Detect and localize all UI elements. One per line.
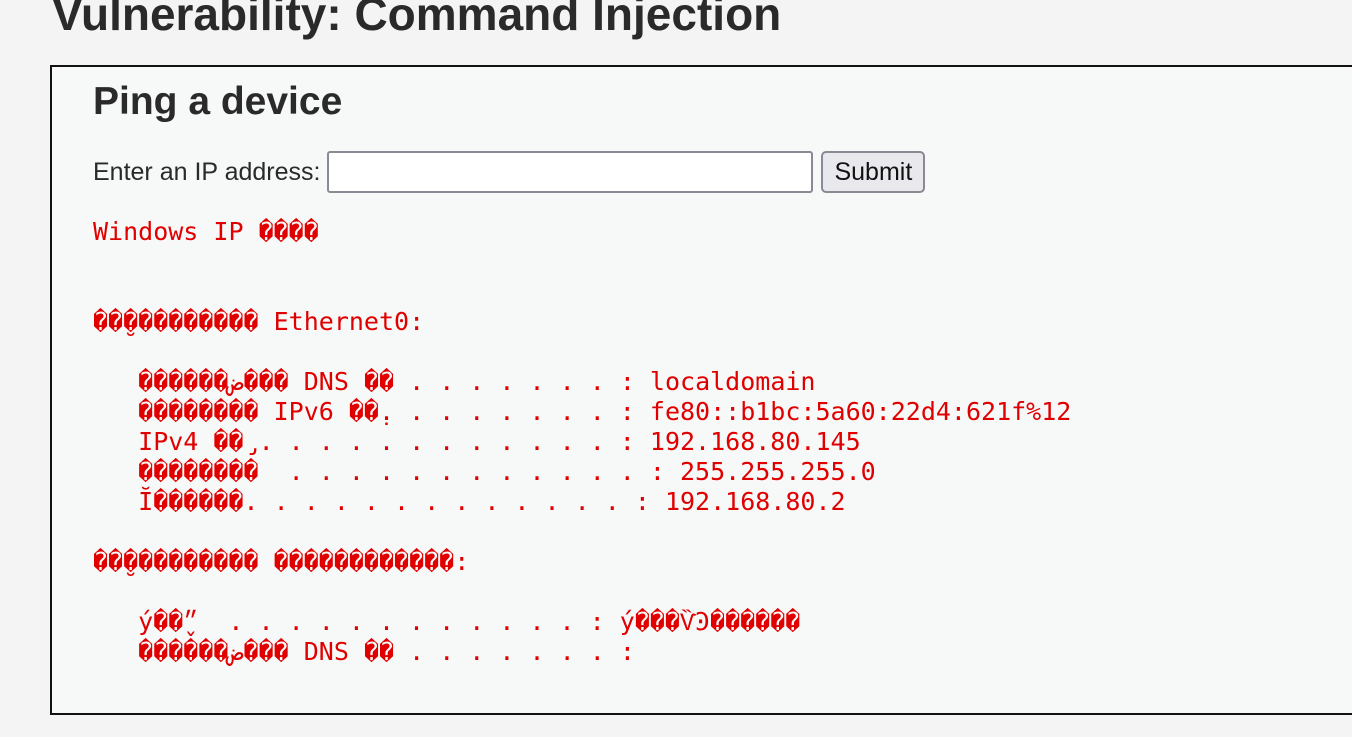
ping-form: Enter an IP address: Submit <box>93 151 925 193</box>
submit-button[interactable]: Submit <box>821 151 925 193</box>
page-title: Vulnerability: Command Injection <box>52 0 781 42</box>
ip-address-label: Enter an IP address: <box>93 158 320 187</box>
command-output: Windows IP ���� ��̮��������� Ethernet0: … <box>93 217 1071 667</box>
vulnerable-code-area: Ping a device Enter an IP address: Submi… <box>50 65 1352 715</box>
ip-address-input[interactable] <box>327 151 813 193</box>
section-heading: Ping a device <box>93 79 342 126</box>
